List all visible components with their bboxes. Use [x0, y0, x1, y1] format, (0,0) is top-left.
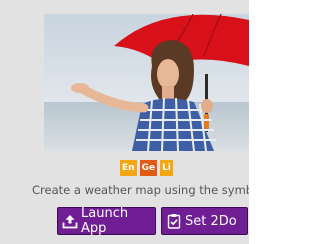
set-2do-button[interactable]: Set 2Do [161, 207, 248, 235]
launch-app-label: Launch App [81, 206, 129, 236]
set-2do-label: Set 2Do [185, 213, 237, 229]
language-badges: En Ge Li [120, 160, 173, 176]
language-badge-german: Ge [139, 160, 158, 176]
app-description: Create a weather map using the symbols [32, 183, 249, 197]
upload-arrow-icon [62, 213, 78, 229]
language-badge-li: Li [160, 160, 173, 176]
app-card: En Ge Li Create a weather map using the … [0, 0, 249, 244]
language-badge-english: En [120, 160, 137, 176]
app-photo [44, 14, 249, 151]
clipboard-check-icon [166, 213, 182, 229]
launch-app-button[interactable]: Launch App [57, 206, 156, 236]
